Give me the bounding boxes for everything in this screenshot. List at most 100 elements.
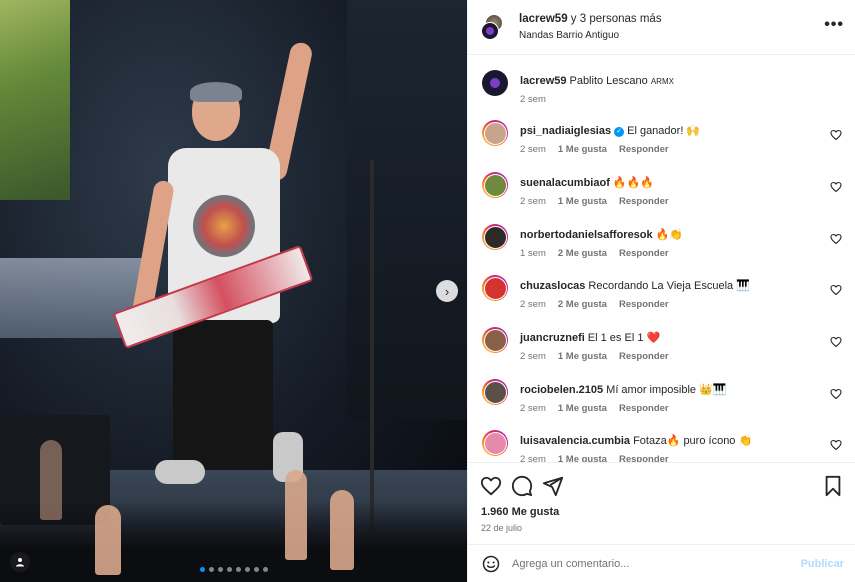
comment-username[interactable]: luisavalencia.cumbia bbox=[520, 435, 630, 447]
comment-input[interactable] bbox=[512, 554, 792, 574]
carousel-dot[interactable] bbox=[235, 567, 241, 572]
comment-meta: 1 sem 2 Me gusta Responder bbox=[520, 248, 681, 259]
co-authors-text[interactable]: y 3 personas más bbox=[568, 13, 662, 25]
heart-outline-icon[interactable] bbox=[830, 181, 842, 193]
background-band bbox=[347, 0, 467, 420]
reply-button[interactable]: Responder bbox=[619, 248, 669, 259]
comment-text: 🔥🔥🔥 bbox=[612, 177, 654, 189]
comment-text: El 1 es El 1 ❤️ bbox=[587, 332, 661, 344]
list-item: rociobelen.2105 Mí amor imposible 👑🎹 2 sem… bbox=[482, 379, 842, 425]
comment-line: suenalacumbiaof 🔥🔥🔥 bbox=[520, 176, 654, 190]
reply-button[interactable]: Responder bbox=[619, 144, 669, 155]
comment-time[interactable]: 2 sem bbox=[520, 299, 546, 310]
avatar[interactable] bbox=[482, 120, 508, 146]
chevron-right-icon[interactable]: › bbox=[436, 280, 458, 302]
post-detail-pane: lacrew59 y 3 personas más Nandas Barrio … bbox=[467, 0, 855, 582]
comment-line: luisavalencia.cumbia Fotaza🔥 puro ícono 👏 bbox=[520, 434, 752, 448]
carousel-dot[interactable] bbox=[217, 567, 223, 572]
avatar[interactable] bbox=[482, 379, 508, 405]
comment-text: Mí amor imposible 👑🎹 bbox=[606, 384, 727, 396]
avatar-image bbox=[483, 121, 507, 145]
heart-outline-icon[interactable] bbox=[830, 439, 842, 451]
carousel-dot[interactable] bbox=[208, 567, 214, 572]
author-username[interactable]: lacrew59 bbox=[519, 13, 568, 25]
avatar-image bbox=[483, 431, 507, 455]
comment-meta: 2 sem 2 Me gusta Responder bbox=[520, 299, 681, 310]
carousel-dot[interactable] bbox=[262, 567, 268, 572]
comment-likes[interactable]: 1 Me gusta bbox=[558, 454, 607, 462]
carousel-dot[interactable] bbox=[244, 567, 250, 572]
comment-likes[interactable]: 1 Me gusta bbox=[558, 403, 607, 414]
avatar[interactable] bbox=[482, 172, 508, 198]
comment-username[interactable]: juancruznefi bbox=[520, 332, 585, 344]
reply-button[interactable]: Responder bbox=[619, 403, 669, 414]
caption-text-small: ARMX bbox=[650, 77, 674, 86]
comment-time[interactable]: 1 sem bbox=[520, 248, 546, 259]
avatar[interactable] bbox=[482, 70, 508, 96]
carousel-dot[interactable] bbox=[226, 567, 232, 572]
comment-line: norbertodanielsafforesok 🔥👏 bbox=[520, 228, 683, 242]
post-photo[interactable]: › bbox=[0, 0, 467, 582]
comment-time[interactable]: 2 sem bbox=[520, 403, 546, 414]
comment-username[interactable]: psi_nadiaiglesias bbox=[520, 125, 611, 137]
paper-plane-icon[interactable] bbox=[542, 475, 564, 497]
comment-likes[interactable]: 1 Me gusta bbox=[558, 196, 607, 207]
reply-button[interactable]: Responder bbox=[619, 351, 669, 362]
comment-username[interactable]: chuzaslocas bbox=[520, 280, 585, 292]
heart-outline-icon[interactable] bbox=[830, 388, 842, 400]
comment-likes[interactable]: 1 Me gusta bbox=[558, 144, 607, 155]
comment-time[interactable]: 2 sem bbox=[520, 144, 546, 155]
comment-username[interactable]: norbertodanielsafforesok bbox=[520, 229, 653, 241]
performer-hair bbox=[190, 82, 242, 102]
avatar[interactable] bbox=[482, 224, 508, 250]
heart-outline-icon[interactable] bbox=[480, 475, 502, 497]
post-header: lacrew59 y 3 personas más Nandas Barrio … bbox=[468, 0, 855, 55]
heart-outline-icon[interactable] bbox=[830, 233, 842, 245]
list-item: juancruznefi El 1 es El 1 ❤️ 2 sem 1 Me gus… bbox=[482, 327, 842, 373]
location-link[interactable]: Nandas Barrio Antiguo bbox=[519, 30, 619, 41]
comment-username[interactable]: suenalacumbiaof bbox=[520, 177, 610, 189]
caption-line: lacrew59 Pablito Lescano ARMX bbox=[520, 74, 674, 89]
list-item: chuzaslocas Recordando La Vieja Escuela 🎹… bbox=[482, 275, 842, 321]
post-authors[interactable]: lacrew59 y 3 personas más bbox=[519, 13, 662, 25]
caption-time-label[interactable]: 2 sem bbox=[520, 94, 546, 105]
avatar-image bbox=[483, 380, 507, 404]
comment-meta: 2 sem 1 Me gusta Responder bbox=[520, 144, 681, 155]
performer-pants bbox=[173, 320, 273, 470]
more-horizontal-icon[interactable]: ••• bbox=[824, 17, 844, 33]
avatar-logo bbox=[490, 78, 500, 88]
comment-username[interactable]: rociobelen.2105 bbox=[520, 384, 603, 396]
avatar[interactable] bbox=[482, 275, 508, 301]
avatar[interactable] bbox=[482, 430, 508, 456]
carousel-dots bbox=[0, 567, 467, 572]
heart-outline-icon[interactable] bbox=[830, 336, 842, 348]
comment-bubble-icon[interactable] bbox=[511, 475, 533, 497]
avatar[interactable] bbox=[481, 14, 507, 40]
comment-meta: 2 sem 1 Me gusta Responder bbox=[520, 403, 681, 414]
comment-meta: 2 sem 1 Me gusta Responder bbox=[520, 196, 681, 207]
reply-button[interactable]: Responder bbox=[619, 196, 669, 207]
comments-list[interactable]: lacrew59 Pablito Lescano ARMX 2 sem psi_n… bbox=[468, 55, 855, 462]
bookmark-icon[interactable] bbox=[822, 475, 844, 497]
comment-time[interactable]: 2 sem bbox=[520, 351, 546, 362]
comment-line: chuzaslocas Recordando La Vieja Escuela 🎹 bbox=[520, 279, 750, 293]
reply-button[interactable]: Responder bbox=[619, 454, 669, 462]
caption-username[interactable]: lacrew59 bbox=[520, 75, 566, 87]
post-comment-button[interactable]: Publicar bbox=[801, 558, 844, 570]
likes-count[interactable]: 1.960 Me gusta bbox=[481, 506, 559, 518]
reply-button[interactable]: Responder bbox=[619, 299, 669, 310]
comment-time[interactable]: 2 sem bbox=[520, 196, 546, 207]
caption-text: Pablito Lescano bbox=[569, 75, 651, 87]
comment-likes[interactable]: 2 Me gusta bbox=[558, 299, 607, 310]
heart-outline-icon[interactable] bbox=[830, 129, 842, 141]
performer bbox=[112, 40, 374, 530]
avatar[interactable] bbox=[482, 327, 508, 353]
heart-outline-icon[interactable] bbox=[830, 284, 842, 296]
comment-time[interactable]: 2 sem bbox=[520, 454, 546, 462]
emoji-icon[interactable] bbox=[482, 555, 500, 573]
comment-likes[interactable]: 1 Me gusta bbox=[558, 351, 607, 362]
comment-likes[interactable]: 2 Me gusta bbox=[558, 248, 607, 259]
carousel-dot[interactable] bbox=[199, 567, 205, 572]
carousel-dot[interactable] bbox=[253, 567, 259, 572]
mic-stand bbox=[370, 160, 374, 530]
